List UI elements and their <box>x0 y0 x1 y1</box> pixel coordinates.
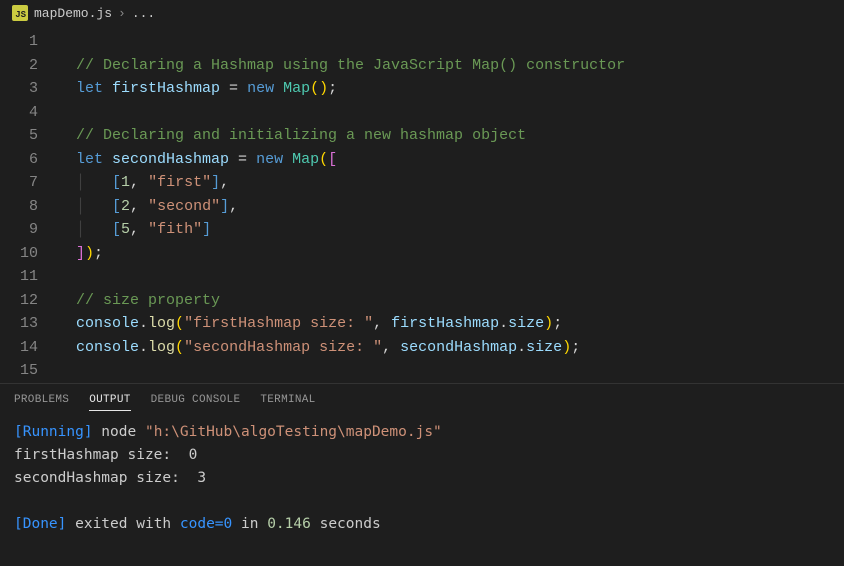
line-number-gutter: 1 2 3 4 5 6 7 8 9 10 11 12 13 14 15 <box>0 30 56 383</box>
code-line[interactable] <box>56 30 844 54</box>
code-line[interactable]: console.log("secondHashmap size: ", seco… <box>56 336 844 360</box>
code-line[interactable]: │ [5, "fith"] <box>56 218 844 242</box>
code-line[interactable] <box>56 359 844 383</box>
tab-output[interactable]: OUTPUT <box>89 394 130 411</box>
code-line[interactable]: console.log("firstHashmap size: ", first… <box>56 312 844 336</box>
breadcrumb-ellipsis: ... <box>132 6 155 21</box>
breadcrumb-filename: mapDemo.js <box>34 6 112 21</box>
code-line[interactable]: │ [1, "first"], <box>56 171 844 195</box>
code-line[interactable]: let firstHashmap = new Map(); <box>56 77 844 101</box>
bottom-panel: PROBLEMS OUTPUT DEBUG CONSOLE TERMINAL [… <box>0 383 844 566</box>
code-line[interactable]: // Declaring a Hashmap using the JavaScr… <box>56 54 844 78</box>
code-editor[interactable]: 1 2 3 4 5 6 7 8 9 10 11 12 13 14 15 // D… <box>0 26 844 383</box>
code-line[interactable] <box>56 265 844 289</box>
code-line[interactable] <box>56 101 844 125</box>
chevron-right-icon: › <box>118 6 126 21</box>
code-line[interactable]: // size property <box>56 289 844 313</box>
output-content[interactable]: [Running] node "h:\GitHub\algoTesting\ma… <box>0 419 844 538</box>
js-file-icon: JS <box>12 5 28 21</box>
tab-problems[interactable]: PROBLEMS <box>14 394 69 411</box>
code-line[interactable]: // Declaring and initializing a new hash… <box>56 124 844 148</box>
code-line[interactable]: ]); <box>56 242 844 266</box>
code-content[interactable]: // Declaring a Hashmap using the JavaScr… <box>56 30 844 383</box>
tab-debug-console[interactable]: DEBUG CONSOLE <box>151 394 241 411</box>
code-line[interactable]: │ [2, "second"], <box>56 195 844 219</box>
breadcrumb[interactable]: JS mapDemo.js › ... <box>0 0 844 26</box>
panel-tabs: PROBLEMS OUTPUT DEBUG CONSOLE TERMINAL <box>0 388 844 419</box>
tab-terminal[interactable]: TERMINAL <box>260 394 315 411</box>
code-line[interactable]: let secondHashmap = new Map([ <box>56 148 844 172</box>
